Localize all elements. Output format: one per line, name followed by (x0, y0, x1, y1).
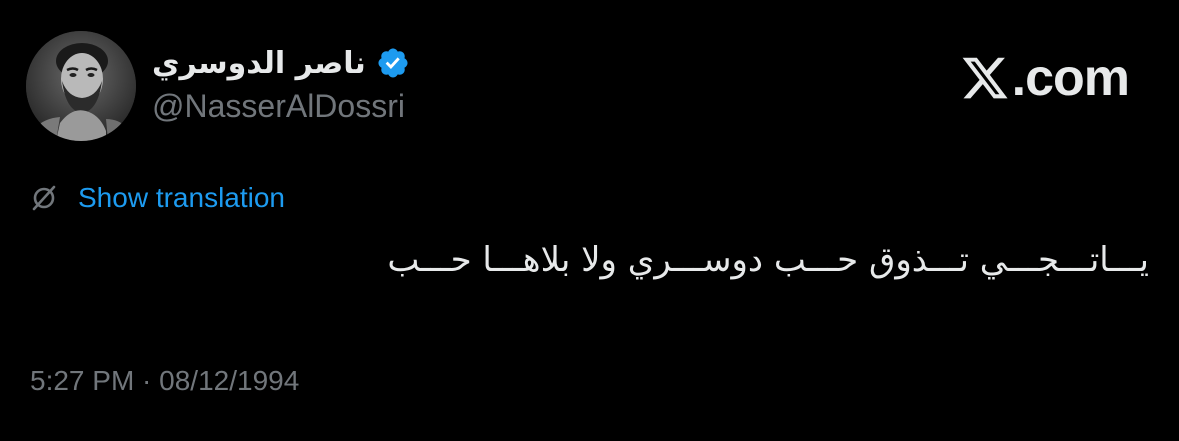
avatar-photo (26, 31, 136, 141)
tweet-body-text: يـــاتـــجـــي تـــذوق حـــب دوســـري ول… (387, 240, 1149, 280)
verified-badge-icon[interactable] (376, 46, 410, 80)
author-name-row: ناصر الدوسري (152, 40, 410, 86)
brand-watermark: .com (960, 49, 1130, 107)
brand-domain-text: .com (1011, 49, 1130, 107)
x-logo-icon (962, 57, 1008, 99)
author-handle[interactable]: @NasserAlDossri (152, 88, 405, 125)
show-translation-row[interactable]: Show translation (30, 178, 285, 218)
tweet-timestamp[interactable]: 5:27 PM · 08/12/1994 (30, 365, 299, 397)
avatar[interactable] (26, 31, 136, 141)
show-translation-link[interactable]: Show translation (78, 182, 285, 214)
globe-slash-icon (32, 185, 56, 211)
author-display-name[interactable]: ناصر الدوسري (152, 46, 366, 81)
tweet-card: ناصر الدوسري @NasserAlDossri .com Show t… (0, 0, 1179, 441)
